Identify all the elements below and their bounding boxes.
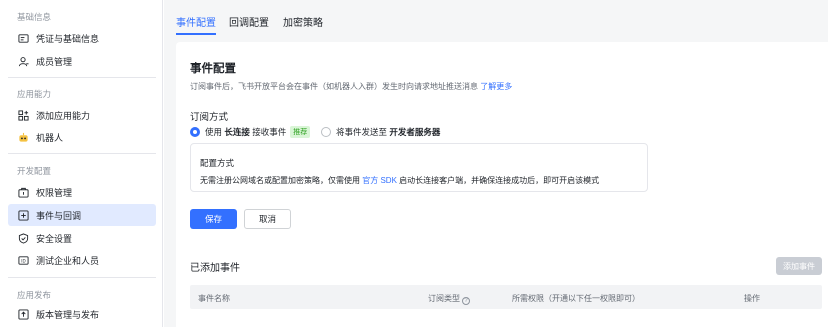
- tab-event-config[interactable]: 事件配置: [176, 14, 216, 29]
- description-text: 订阅事件后，飞书开放平台会在事件（如机器人入群）发生时向请求地址推送消息: [190, 82, 478, 91]
- event-icon: [17, 209, 29, 221]
- desc-part-a: 无需注册公网域名或配置加密策略，仅需使用: [200, 176, 360, 185]
- section-title-dev-config: 开发配置: [17, 166, 52, 176]
- column-actions: 操作: [744, 294, 760, 303]
- sidebar-item-label: 成员管理: [36, 56, 73, 67]
- sidebar-item-label: 测试企业和人员: [36, 255, 100, 266]
- shield-icon: [17, 232, 29, 244]
- column-subscription-type: 订阅类型?: [428, 293, 470, 305]
- sidebar-item-label: 事件与回调: [36, 210, 82, 221]
- section-title-basic: 基础信息: [17, 12, 52, 22]
- events-table-header: 事件名称 订阅类型? 所需权限（开通以下任一权限即可） 操作: [190, 285, 822, 309]
- official-sdk-link[interactable]: 官方 SDK: [362, 176, 397, 185]
- upload-icon: [17, 308, 29, 320]
- divider: [8, 153, 156, 154]
- desc-part-b: 启动长连接客户端，并确保连接成功后，即可开启该模式: [399, 176, 600, 185]
- sidebar-item-bot[interactable]: 机器人: [8, 126, 156, 148]
- sidebar-item-label: 凭证与基础信息: [36, 33, 100, 44]
- divider: [8, 277, 156, 278]
- svg-text:ID: ID: [21, 258, 25, 263]
- apps-grid-icon: [17, 109, 29, 121]
- option-prefix: 将事件发送至: [336, 127, 388, 137]
- sidebar-item-members[interactable]: 成员管理: [8, 50, 156, 72]
- config-method-box: 配置方式 无需注册公网域名或配置加密策略，仅需使用 官方 SDK 启动长连接客户…: [190, 143, 648, 192]
- column-required-permissions: 所需权限（开通以下任一权限即可）: [512, 294, 640, 303]
- added-events-title: 已添加事件: [190, 263, 240, 274]
- sidebar-item-label: 版本管理与发布: [36, 309, 100, 320]
- sidebar-item-test-company[interactable]: ID 测试企业和人员: [8, 249, 156, 271]
- sidebar-item-permissions[interactable]: 权限管理: [8, 181, 156, 203]
- sidebar-item-versions[interactable]: 版本管理与发布: [8, 303, 156, 325]
- divider: [8, 77, 156, 78]
- sidebar-item-security[interactable]: 安全设置: [8, 227, 156, 249]
- tab-encryption[interactable]: 加密策略: [283, 14, 323, 29]
- sidebar-item-label: 安全设置: [36, 233, 73, 244]
- help-circle-icon[interactable]: ?: [462, 297, 470, 305]
- user-icon: [17, 55, 29, 67]
- radio-long-connection[interactable]: 使用 长连接 接收事件 推荐: [190, 126, 311, 138]
- config-method-desc: 无需注册公网域名或配置加密策略，仅需使用 官方 SDK 启动长连接客户端，并确保…: [200, 175, 599, 186]
- sidebar-item-label: 添加应用能力: [36, 110, 91, 121]
- sidebar-item-credentials[interactable]: 凭证与基础信息: [8, 27, 156, 49]
- option-prefix: 使用: [205, 127, 223, 137]
- cancel-button[interactable]: 取消: [244, 209, 291, 229]
- option-suffix: 接收事件: [252, 127, 287, 137]
- subscribe-mode-title: 订阅方式: [190, 112, 229, 123]
- option-bold: 开发者服务器: [389, 127, 441, 137]
- sidebar-item-add-capability[interactable]: 添加应用能力: [8, 104, 156, 126]
- section-title-release: 应用发布: [17, 290, 52, 300]
- radio-unchecked-icon[interactable]: [321, 127, 331, 137]
- test-icon: ID: [17, 254, 29, 266]
- sidebar-item-events-callbacks[interactable]: 事件与回调: [8, 204, 156, 226]
- page-description: 订阅事件后，飞书开放平台会在事件（如机器人入群）发生时向请求地址推送消息 了解更…: [190, 81, 512, 92]
- main-content: 事件配置 回调配置 加密策略 事件配置 订阅事件后，飞书开放平台会在事件（如机器…: [164, 0, 828, 327]
- page-title: 事件配置: [190, 63, 236, 75]
- active-tab-indicator: [176, 33, 216, 35]
- tab-callback-config[interactable]: 回调配置: [229, 14, 269, 29]
- tab-bar: 事件配置 回调配置 加密策略: [164, 0, 828, 38]
- save-button[interactable]: 保存: [190, 209, 237, 229]
- permission-box-icon: [17, 186, 29, 198]
- radio-checked-icon[interactable]: [190, 127, 200, 137]
- column-event-name: 事件名称: [198, 294, 230, 303]
- radio-developer-server[interactable]: 将事件发送至 开发者服务器: [321, 126, 440, 138]
- section-title-capability: 应用能力: [17, 89, 52, 99]
- learn-more-link[interactable]: 了解更多: [480, 82, 512, 91]
- robot-icon: [17, 131, 29, 143]
- sidebar: 基础信息 凭证与基础信息 成员管理 应用能力 添加应用能力 机器人 开发配置 权…: [0, 0, 163, 327]
- add-event-button[interactable]: 添加事件: [776, 257, 822, 275]
- recommend-badge: 推荐: [290, 126, 311, 138]
- column-label: 订阅类型: [428, 294, 460, 303]
- config-method-title: 配置方式: [200, 158, 235, 168]
- option-bold: 长连接: [224, 127, 250, 137]
- sidebar-item-label: 机器人: [36, 132, 64, 143]
- sidebar-item-label: 权限管理: [36, 187, 73, 198]
- credentials-icon: [17, 32, 29, 44]
- event-config-card: 事件配置 订阅事件后，飞书开放平台会在事件（如机器人入群）发生时向请求地址推送消…: [176, 42, 828, 327]
